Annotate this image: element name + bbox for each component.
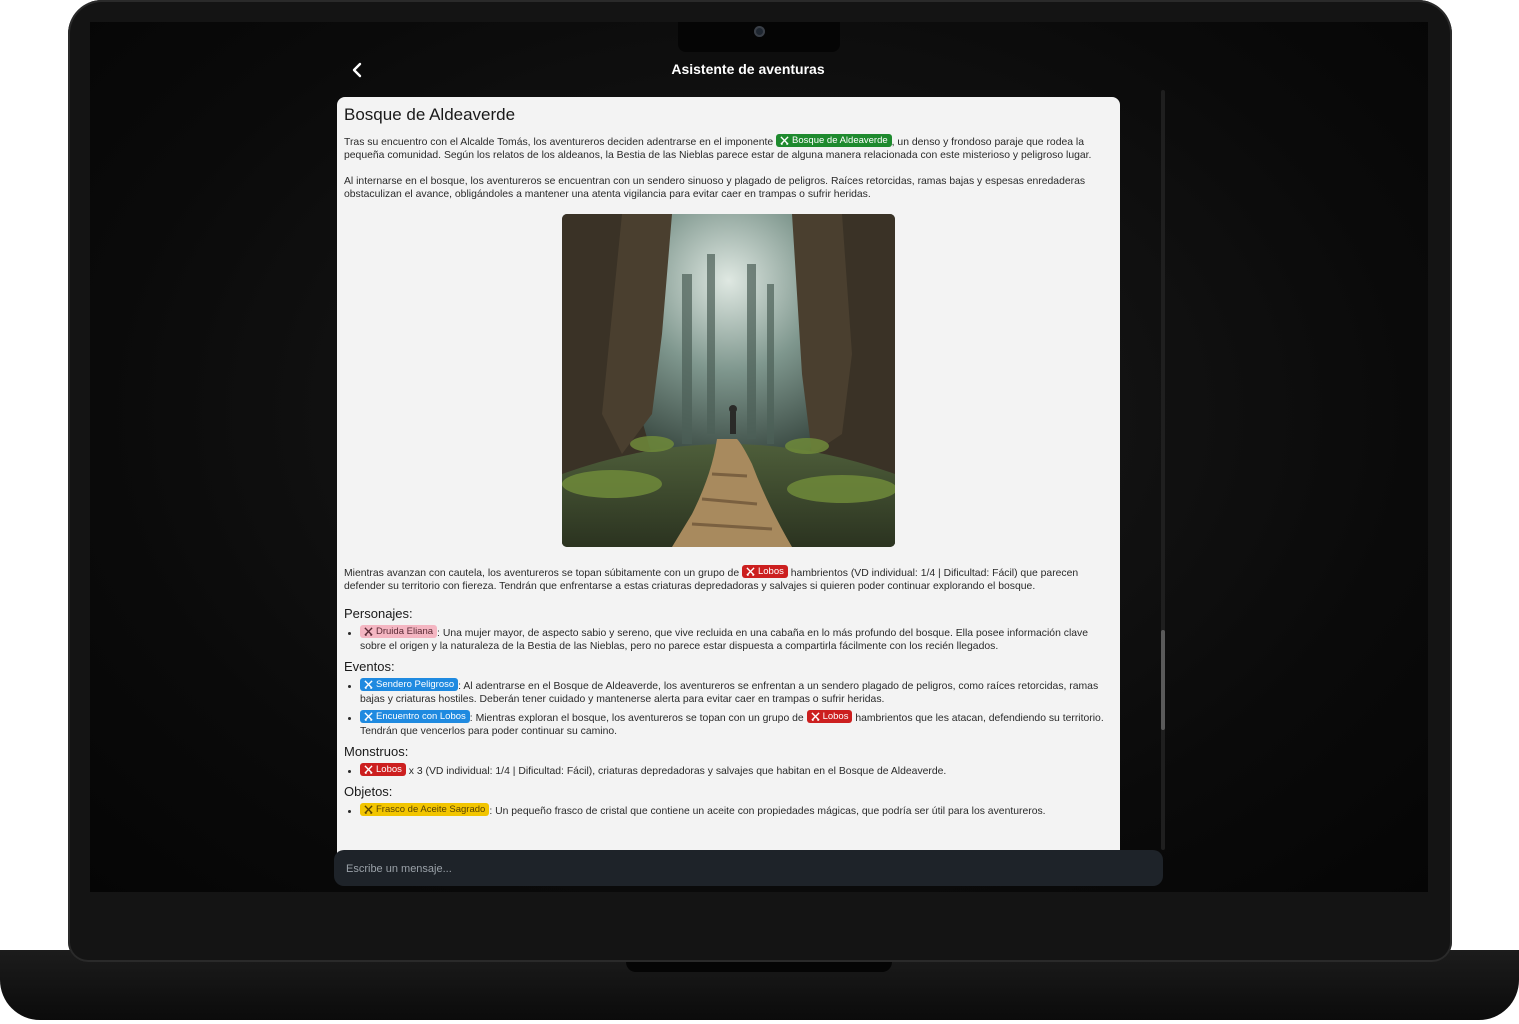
encounter-paragraph: Mientras avanzan con cautela, los aventu… [344, 565, 1079, 592]
swords-icon [364, 680, 373, 689]
laptop-hinge-notch [626, 962, 892, 972]
scrollbar[interactable] [1161, 90, 1165, 850]
app-title: Asistente de aventuras [671, 61, 825, 77]
list-item: Druida Eliana: Una mujer mayor, de aspec… [360, 625, 1113, 653]
forest-illustration [562, 214, 895, 547]
intro-paragraph-2: Al internarse en el bosque, los aventure… [344, 176, 1086, 200]
tag-event[interactable]: Encuentro con Lobos [360, 710, 470, 723]
objetos-list: Frasco de Aceite Sagrado: Un pequeño fra… [344, 803, 1113, 818]
tag-character[interactable]: Druida Eliana [360, 625, 438, 638]
section-heading-eventos: Eventos: [344, 659, 395, 674]
forest-scene-image [562, 214, 895, 547]
swords-icon [364, 805, 373, 814]
message-composer [334, 850, 1163, 888]
tag-item[interactable]: Frasco de Aceite Sagrado [360, 803, 490, 816]
camera-icon [754, 26, 765, 37]
swords-icon [364, 712, 373, 721]
section-heading-objetos: Objetos: [344, 784, 393, 799]
scene-title: Bosque de Aldeaverde [344, 105, 516, 124]
personajes-list: Druida Eliana: Una mujer mayor, de aspec… [344, 625, 1113, 653]
eventos-list: Sendero Peligroso: Al adentrarse en el B… [344, 678, 1113, 738]
swords-icon [810, 712, 820, 721]
swords-icon [364, 627, 373, 636]
section-heading-personajes: Personajes: [344, 606, 413, 621]
list-item: Sendero Peligroso: Al adentrarse en el B… [360, 678, 1113, 706]
list-item: Encuentro con Lobos: Mientras exploran e… [360, 710, 1113, 738]
scrollbar-thumb[interactable] [1161, 630, 1165, 730]
tag-monster-lobos[interactable]: Lobos [360, 763, 406, 776]
message-input[interactable] [344, 850, 1148, 888]
swords-icon [364, 765, 373, 774]
list-item: Lobos x 3 (VD individual: 1/4 | Dificult… [360, 763, 1113, 778]
back-button[interactable] [345, 58, 369, 82]
chevron-left-icon [352, 62, 362, 78]
swords-icon [780, 136, 789, 145]
tag-location[interactable]: Bosque de Aldeaverde [776, 134, 892, 147]
tag-monster-lobos[interactable]: Lobos [806, 710, 853, 723]
message-card: Bosque de Aldeaverde Tras su encuentro c… [337, 97, 1120, 854]
tag-monster-lobos[interactable]: Lobos [741, 565, 788, 578]
list-item: Frasco de Aceite Sagrado: Un pequeño fra… [360, 803, 1113, 818]
swords-icon [746, 567, 755, 576]
monstruos-list: Lobos x 3 (VD individual: 1/4 | Dificult… [344, 763, 1113, 778]
section-heading-monstruos: Monstruos: [344, 744, 409, 759]
tag-event[interactable]: Sendero Peligroso [360, 678, 459, 691]
intro-paragraph-1: Tras su encuentro con el Alcalde Tomás, … [344, 134, 1092, 161]
